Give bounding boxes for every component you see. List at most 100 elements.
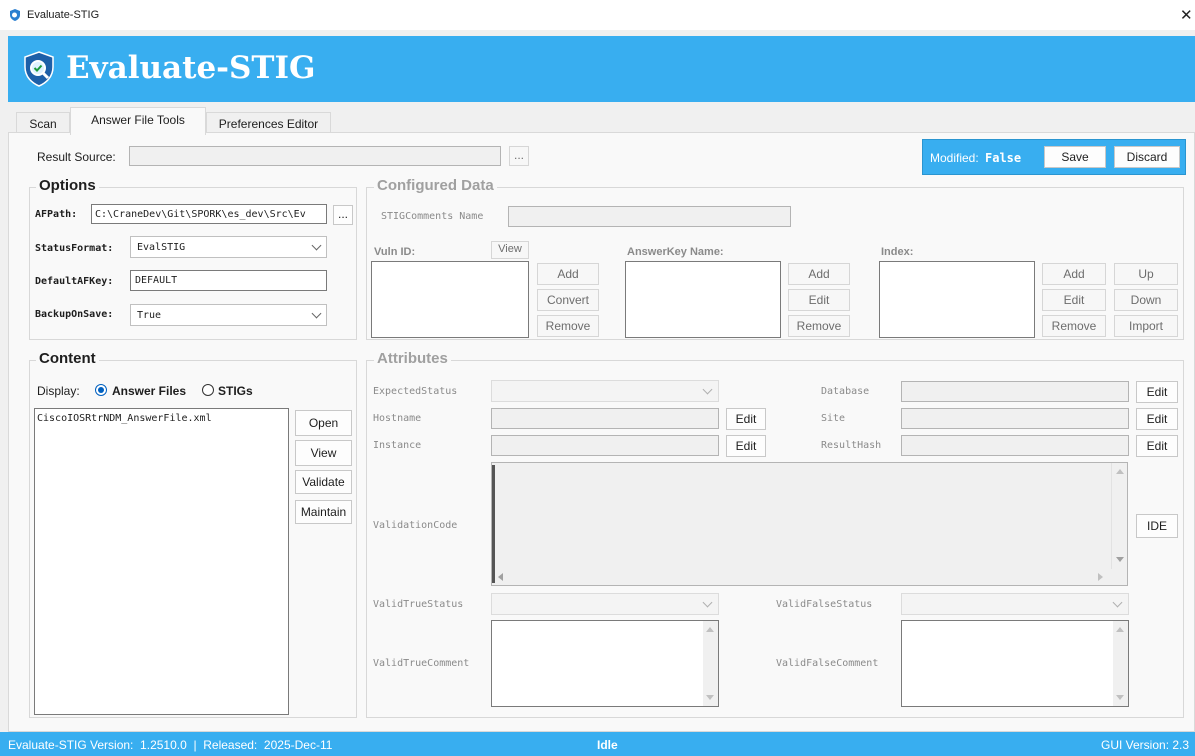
ide-button[interactable]: IDE	[1136, 514, 1178, 538]
vuln-convert-button[interactable]: Convert	[537, 289, 599, 311]
answer-files-list[interactable]: CiscoIOSRtrNDM_AnswerFile.xml	[34, 408, 289, 715]
chevron-down-icon	[311, 308, 322, 319]
index-add-button[interactable]: Add	[1042, 263, 1106, 285]
scroll-down-icon[interactable]	[706, 695, 714, 700]
save-button[interactable]: Save	[1044, 146, 1106, 168]
result-source-browse-button[interactable]: ...	[509, 146, 529, 166]
title-bar: Evaluate-STIG ✕	[0, 0, 1195, 30]
stig-comments-field	[508, 206, 791, 227]
valid-true-comment-field[interactable]	[491, 620, 719, 707]
chevron-down-icon	[702, 597, 713, 608]
close-icon[interactable]: ✕	[1180, 6, 1193, 24]
chevron-down-icon	[702, 384, 713, 395]
modified-label: Modified:	[930, 151, 979, 165]
default-afkey-field[interactable]: DEFAULT	[130, 270, 327, 291]
validate-button[interactable]: Validate	[295, 470, 352, 494]
valid-false-status-select[interactable]	[901, 593, 1129, 615]
discard-button[interactable]: Discard	[1114, 146, 1180, 168]
index-edit-button[interactable]: Edit	[1042, 289, 1106, 311]
validation-code-editor[interactable]	[491, 462, 1128, 586]
index-down-button[interactable]: Down	[1114, 289, 1178, 311]
database-label: Database	[821, 386, 870, 397]
scroll-right-icon[interactable]	[1098, 573, 1103, 581]
stigs-radio[interactable]	[202, 384, 214, 396]
result-source-label: Result Source:	[37, 150, 116, 164]
site-field	[901, 408, 1129, 429]
validation-code-label: ValidationCode	[373, 520, 458, 531]
view-button[interactable]: View	[295, 440, 352, 466]
index-list[interactable]	[879, 261, 1035, 338]
afpath-browse-button[interactable]: ...	[333, 205, 353, 225]
scroll-down-icon[interactable]	[1116, 695, 1124, 700]
scroll-up-icon[interactable]	[1116, 627, 1124, 632]
horizontal-scrollbar[interactable]	[492, 569, 1111, 585]
answer-files-radio-label: Answer Files	[112, 384, 187, 398]
tab-preferences-editor[interactable]: Preferences Editor	[206, 112, 331, 134]
instance-label: Instance	[373, 440, 422, 451]
backup-on-save-select[interactable]: True	[130, 304, 327, 326]
answer-files-radio[interactable]	[95, 384, 107, 396]
status-bar: Evaluate-STIG Version: 1.2510.0 | Releas…	[0, 732, 1195, 756]
tab-answer-file-tools[interactable]: Answer File Tools	[70, 107, 206, 135]
index-import-button[interactable]: Import	[1114, 315, 1178, 337]
site-edit-button[interactable]: Edit	[1136, 408, 1178, 430]
vertical-scrollbar[interactable]	[1111, 463, 1127, 569]
vuln-view-button[interactable]: View	[491, 241, 529, 259]
hostname-field	[491, 408, 719, 429]
attributes-title: Attributes	[374, 350, 451, 367]
configured-data-title: Configured Data	[374, 177, 497, 194]
backup-on-save-value: True	[137, 310, 162, 321]
instance-edit-button[interactable]: Edit	[726, 435, 766, 457]
database-field	[901, 381, 1129, 402]
valid-false-status-label: ValidFalseStatus	[776, 599, 873, 610]
gui-version: GUI Version: 2.3	[1101, 738, 1190, 752]
stig-comments-label: STIGComments Name	[381, 211, 484, 222]
content-title: Content	[36, 350, 99, 367]
list-item[interactable]: CiscoIOSRtrNDM_AnswerFile.xml	[37, 413, 212, 424]
answerkey-edit-button[interactable]: Edit	[788, 289, 850, 311]
hostname-edit-button[interactable]: Edit	[726, 408, 766, 430]
answerkey-add-button[interactable]: Add	[788, 263, 850, 285]
tab-scan[interactable]: Scan	[16, 112, 70, 134]
site-label: Site	[821, 413, 846, 424]
result-hash-label: ResultHash	[821, 440, 882, 451]
tab-label: Preferences Editor	[218, 117, 319, 131]
status-format-select[interactable]: EvalSTIG	[130, 236, 327, 258]
default-afkey-value: DEFAULT	[135, 275, 178, 286]
valid-false-comment-field[interactable]	[901, 620, 1129, 707]
maintain-button[interactable]: Maintain	[295, 500, 352, 524]
scroll-left-icon[interactable]	[498, 573, 503, 581]
valid-false-comment-label: ValidFalseComment	[776, 658, 879, 669]
editor-gutter	[492, 465, 495, 583]
result-source-field	[129, 146, 501, 166]
scroll-up-icon[interactable]	[1116, 469, 1124, 474]
result-hash-field	[901, 435, 1129, 456]
app-icon	[10, 9, 20, 21]
afpath-field[interactable]: C:\CraneDev\Git\SPORK\es_dev\Src\Ev	[91, 204, 327, 224]
vertical-scrollbar[interactable]	[1113, 621, 1128, 706]
backup-on-save-label: BackupOnSave:	[35, 309, 114, 320]
default-afkey-label: DefaultAFKey:	[35, 276, 114, 287]
status-state: Idle	[597, 738, 618, 752]
expected-status-select[interactable]	[491, 380, 719, 402]
tab-label: Answer File Tools	[91, 113, 185, 127]
database-edit-button[interactable]: Edit	[1136, 381, 1178, 403]
valid-true-status-select[interactable]	[491, 593, 719, 615]
open-button[interactable]: Open	[295, 410, 352, 436]
scroll-up-icon[interactable]	[706, 627, 714, 632]
index-up-button[interactable]: Up	[1114, 263, 1178, 285]
app-banner: Evaluate-STIG	[8, 36, 1195, 102]
answerkey-remove-button[interactable]: Remove	[788, 315, 850, 337]
vuln-add-button[interactable]: Add	[537, 263, 599, 285]
valid-true-comment-label: ValidTrueComment	[373, 658, 470, 669]
vertical-scrollbar[interactable]	[703, 621, 718, 706]
tab-bar: Scan Answer File Tools Preferences Edito…	[8, 102, 1195, 135]
index-label: Index:	[881, 246, 914, 258]
answerkey-list[interactable]	[625, 261, 781, 338]
modified-value: False	[985, 151, 1022, 165]
index-remove-button[interactable]: Remove	[1042, 315, 1106, 337]
result-hash-edit-button[interactable]: Edit	[1136, 435, 1178, 457]
scroll-down-icon[interactable]	[1116, 557, 1124, 562]
vuln-remove-button[interactable]: Remove	[537, 315, 599, 337]
vuln-id-list[interactable]	[371, 261, 529, 338]
